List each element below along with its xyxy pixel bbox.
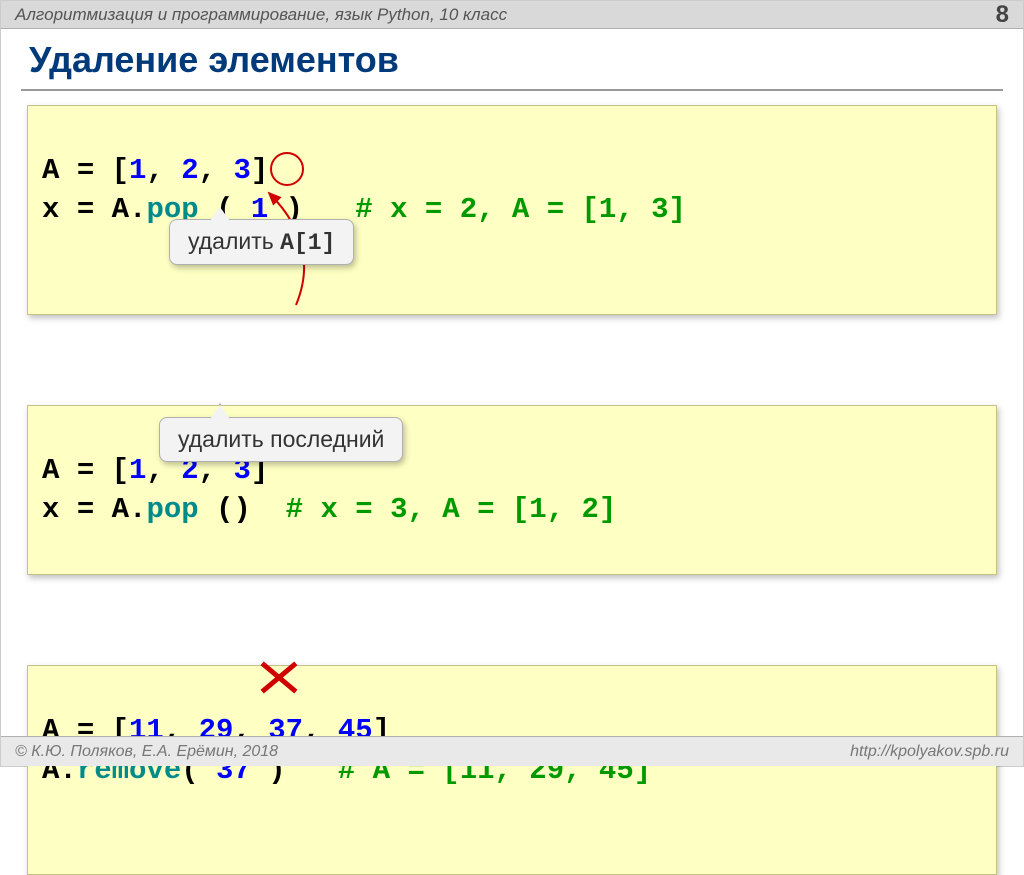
code-text: A: [42, 154, 77, 187]
callout-1: удалить A[1]: [169, 219, 354, 265]
divider: [21, 89, 1003, 91]
footer-copyright: © К.Ю. Поляков, Е.А. Ерёмин, 2018: [15, 743, 278, 761]
page-number: 8: [996, 1, 1009, 29]
callout-text: удалить: [188, 228, 280, 254]
page-title: Удаление элементов: [1, 29, 1023, 83]
code-block-3: A = [11, 29, 37, 45] A.remove( 37 ) # A …: [27, 665, 997, 875]
footer-bar: © К.Ю. Поляков, Е.А. Ерёмин, 2018 http:/…: [1, 736, 1023, 766]
code-block-1: A = [1, 2, 3] x = A.pop ( 1 ) # x = 2, A…: [27, 105, 997, 315]
red-circle-annotation: [270, 152, 304, 186]
course-title: Алгоритмизация и программирование, язык …: [15, 5, 507, 25]
header-bar: Алгоритмизация и программирование, язык …: [1, 1, 1023, 29]
callout-text: удалить последний: [178, 426, 384, 452]
footer-url: http://kpolyakov.spb.ru: [850, 743, 1009, 761]
callout-2: удалить последний: [159, 417, 403, 462]
red-x-annotation: [259, 661, 299, 691]
